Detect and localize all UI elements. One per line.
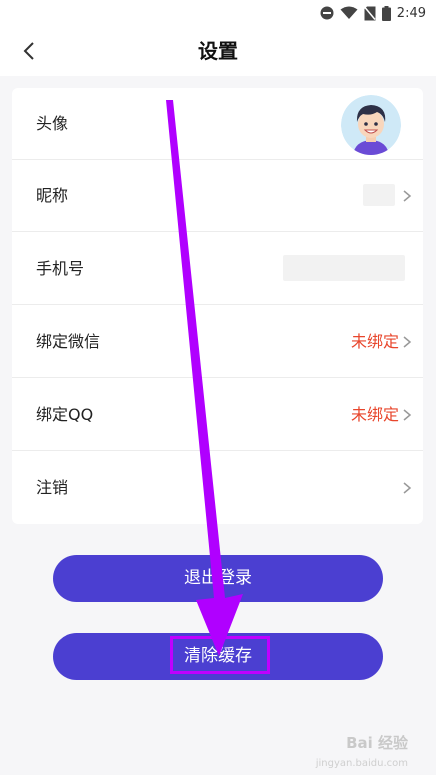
header: 设置	[0, 26, 436, 76]
watermark-url: jingyan.baidu.com	[315, 758, 408, 769]
cancel-account-label: 注销	[36, 478, 69, 497]
watermark-logo: Bai 经验	[346, 734, 408, 752]
phone-label: 手机号	[36, 259, 85, 278]
status-time: 2:49	[396, 5, 426, 21]
phone-value-blurred	[283, 255, 405, 281]
annotation-highlight-box	[170, 636, 270, 674]
do-not-disturb-icon	[320, 6, 334, 20]
battery-icon	[381, 5, 391, 21]
avatar[interactable]	[341, 95, 401, 155]
no-sim-icon	[364, 6, 376, 20]
chevron-right-icon	[403, 190, 412, 202]
page-title: 设置	[198, 39, 238, 63]
logout-button[interactable]: 退出登录	[53, 555, 383, 602]
chevron-right-icon	[403, 409, 412, 421]
chevron-right-icon	[403, 336, 412, 348]
phone-row[interactable]: 手机号	[12, 233, 423, 305]
settings-card: 头像 昵称 手机号 绑定微信 未绑定 绑定QQ 未绑定 注销	[12, 88, 423, 524]
avatar-label: 头像	[36, 114, 69, 133]
nickname-value-blurred	[363, 184, 395, 206]
wechat-row[interactable]: 绑定微信 未绑定	[12, 306, 423, 378]
status-bar: 2:49	[0, 0, 436, 26]
qq-row[interactable]: 绑定QQ 未绑定	[12, 379, 423, 451]
wifi-icon	[340, 6, 358, 19]
status-icons: 2:49	[314, 4, 426, 22]
qq-label: 绑定QQ	[36, 405, 94, 424]
wechat-label: 绑定微信	[36, 332, 101, 351]
nickname-row[interactable]: 昵称	[12, 160, 423, 232]
avatar-row[interactable]: 头像	[12, 88, 423, 160]
nickname-label: 昵称	[36, 186, 69, 205]
qq-status: 未绑定	[350, 405, 399, 424]
cancel-account-row[interactable]: 注销	[12, 452, 423, 524]
wechat-status: 未绑定	[350, 332, 399, 351]
chevron-right-icon	[403, 482, 412, 494]
